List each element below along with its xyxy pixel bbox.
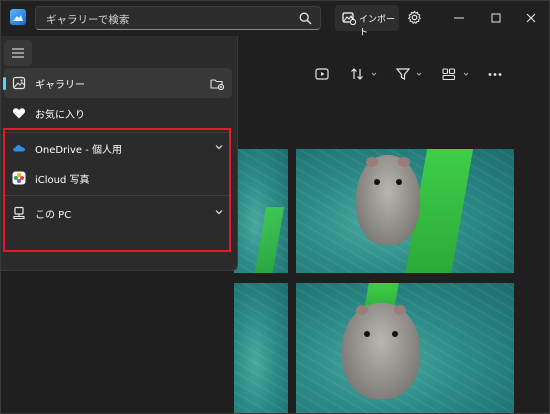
navigation-pane: ギャラリー お気に入り OneDrive - 個人用 iCloud 写真 この … xyxy=(0,36,238,271)
sidebar-item-label: OneDrive - 個人用 xyxy=(35,145,122,156)
import-label: インポート xyxy=(359,15,396,38)
title-bar: ギャラリーで検索 インポート xyxy=(0,0,550,38)
import-button[interactable]: インポート xyxy=(335,5,399,38)
gear-icon[interactable] xyxy=(407,10,422,28)
more-options-icon[interactable] xyxy=(487,66,503,85)
search-input[interactable]: ギャラリーで検索 xyxy=(35,6,321,30)
hamburger-menu-button[interactable] xyxy=(4,40,32,66)
add-folder-icon[interactable] xyxy=(210,77,225,93)
photo-thumbnail[interactable] xyxy=(296,283,514,414)
sidebar-item-this-pc[interactable]: この PC xyxy=(4,198,232,228)
photo-thumbnail[interactable] xyxy=(234,149,288,273)
maximize-button[interactable] xyxy=(486,8,506,28)
view-layout-icon[interactable] xyxy=(441,66,473,85)
onedrive-cloud-icon xyxy=(12,141,26,155)
heart-icon xyxy=(12,106,26,120)
icloud-photos-icon xyxy=(12,171,26,185)
search-placeholder: ギャラリーで検索 xyxy=(46,14,130,26)
divider xyxy=(4,195,232,196)
sort-icon[interactable] xyxy=(350,66,378,85)
sidebar-item-onedrive[interactable]: OneDrive - 個人用 xyxy=(4,133,232,163)
sidebar-item-label: この PC xyxy=(35,210,72,221)
filter-icon[interactable] xyxy=(395,66,425,85)
search-icon[interactable] xyxy=(299,12,312,28)
chevron-down-icon[interactable] xyxy=(214,142,224,155)
sidebar-item-label: お気に入り xyxy=(35,110,85,121)
chevron-down-icon[interactable] xyxy=(214,207,224,220)
photo-thumbnail[interactable] xyxy=(296,149,514,273)
photos-app-icon xyxy=(10,9,26,25)
sidebar-item-icloud[interactable]: iCloud 写真 xyxy=(4,163,232,193)
minimize-button[interactable] xyxy=(449,8,469,28)
import-icon xyxy=(342,11,357,28)
sidebar-item-gallery[interactable]: ギャラリー xyxy=(3,68,232,98)
slideshow-icon[interactable] xyxy=(314,66,330,85)
pc-icon xyxy=(12,206,26,220)
sidebar-item-label: ギャラリー xyxy=(35,80,85,91)
close-button[interactable] xyxy=(521,8,541,28)
gallery-icon xyxy=(12,76,26,90)
sidebar-item-label: iCloud 写真 xyxy=(35,175,90,186)
sidebar-item-favorites[interactable]: お気に入り xyxy=(4,98,232,128)
selection-indicator xyxy=(3,77,6,90)
photo-thumbnail[interactable] xyxy=(234,283,288,414)
